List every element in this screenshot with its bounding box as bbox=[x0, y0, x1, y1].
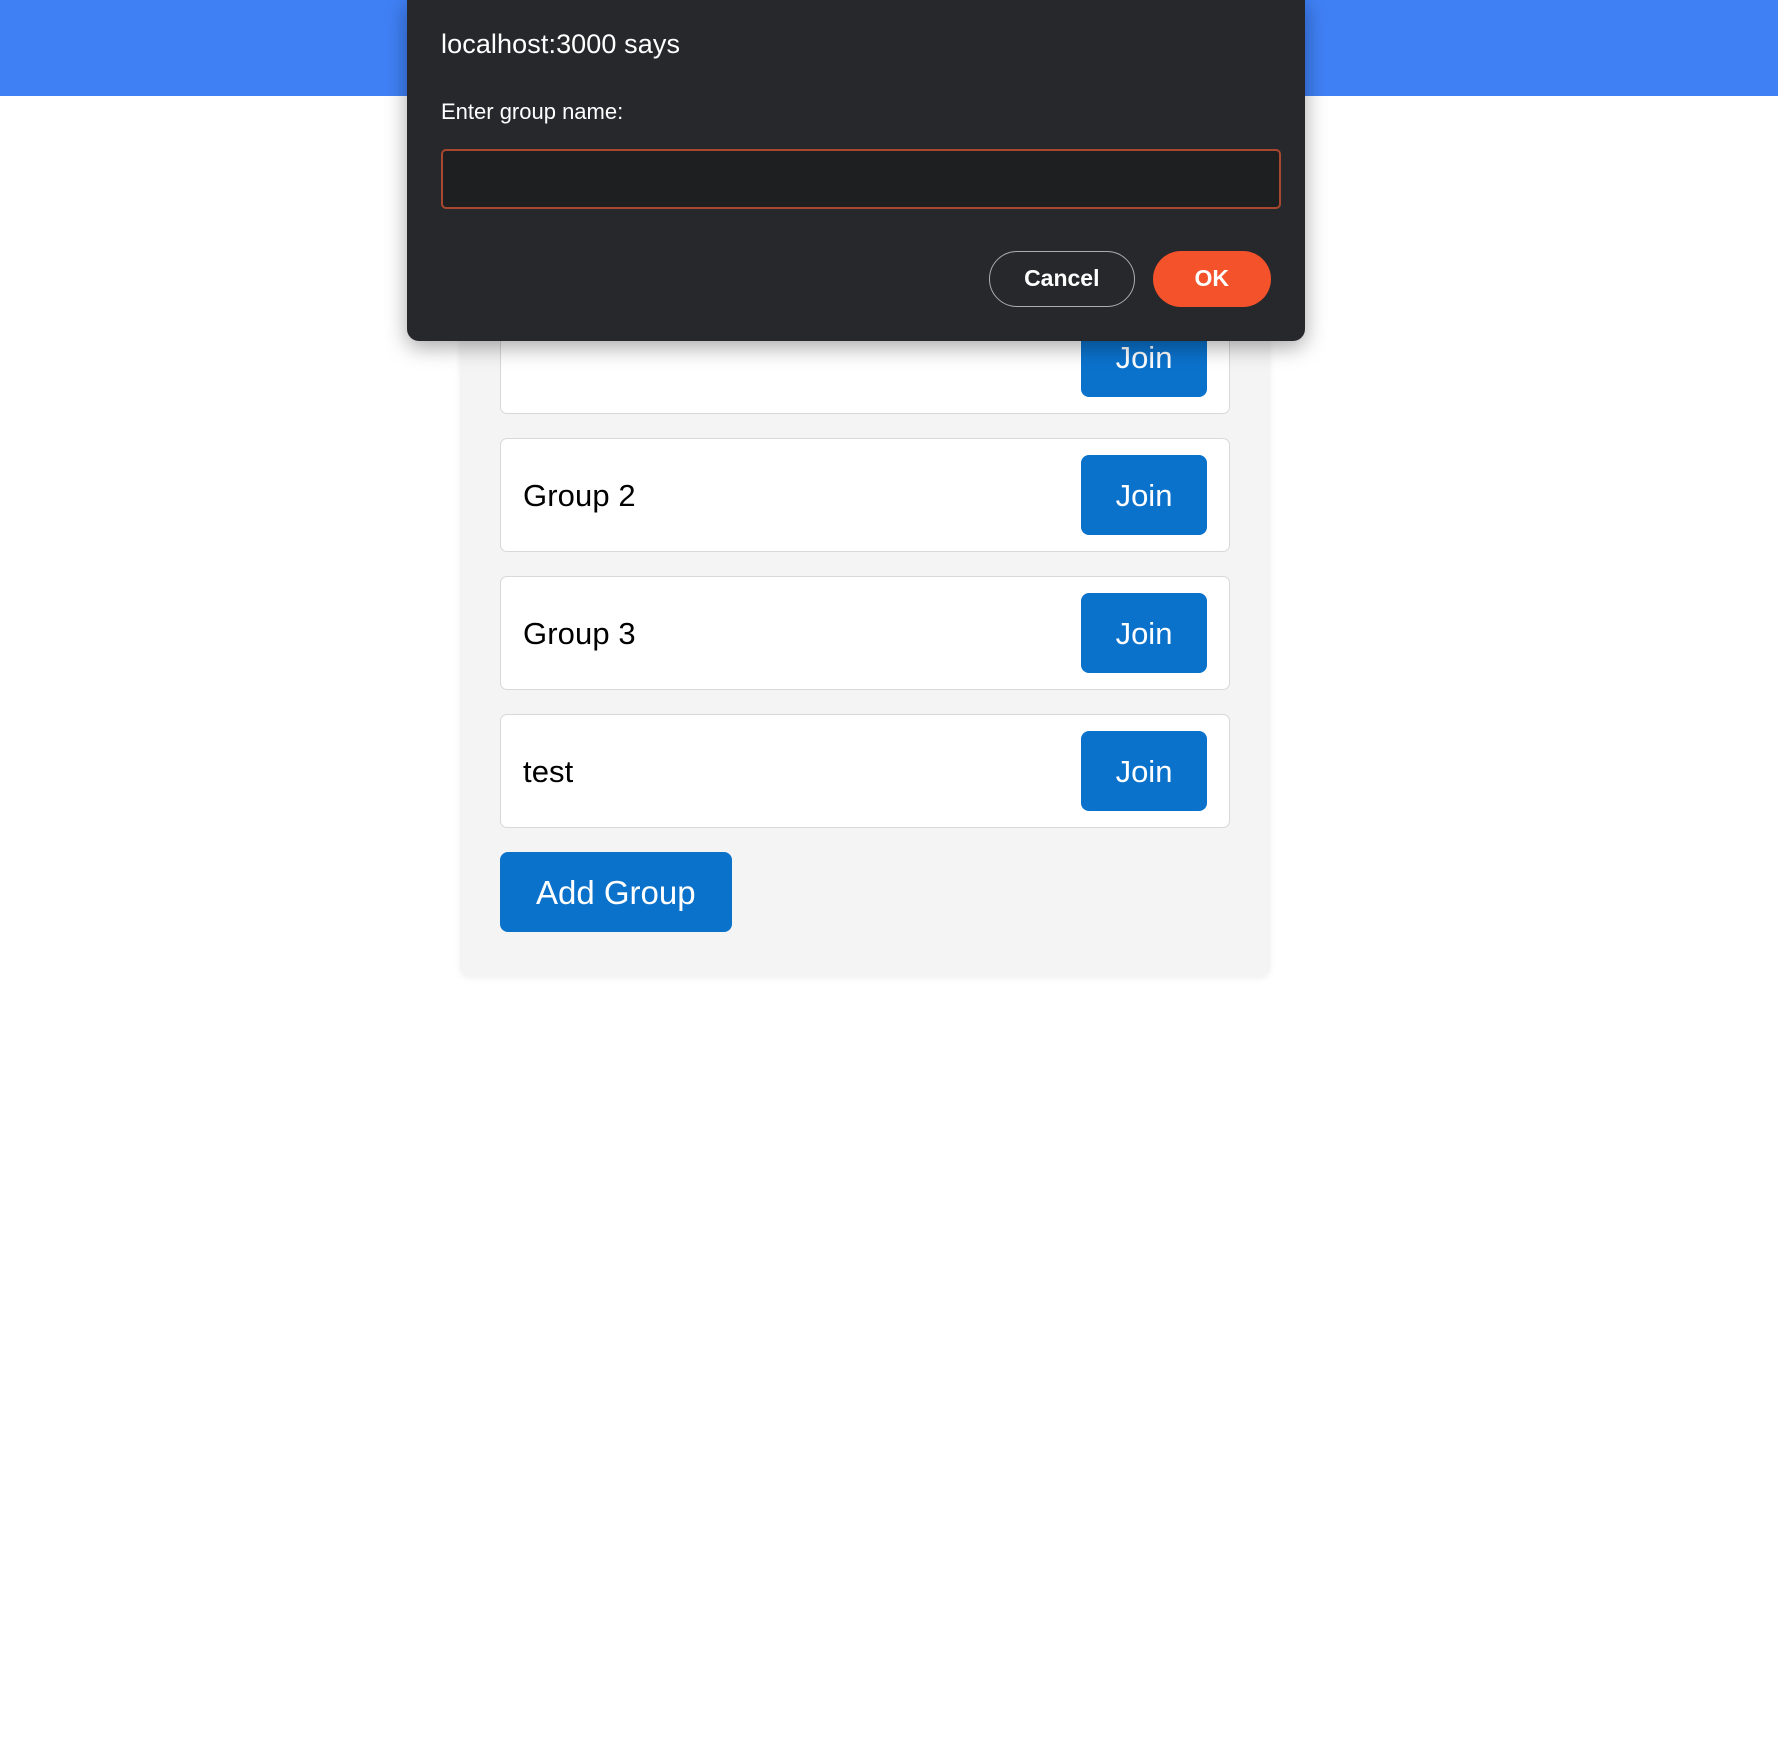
groups-card: Join Group 2 Join Group 3 Join test Join… bbox=[460, 264, 1270, 976]
table-row[interactable]: Group 3 Join bbox=[500, 576, 1230, 690]
page-body: Join Group 2 Join Group 3 Join test Join… bbox=[0, 96, 1778, 1744]
join-button[interactable]: Join bbox=[1081, 593, 1207, 673]
ok-button[interactable]: OK bbox=[1152, 250, 1271, 307]
table-row[interactable]: test Join bbox=[500, 714, 1230, 828]
group-name-label: Group 2 bbox=[523, 477, 636, 513]
cancel-button[interactable]: Cancel bbox=[989, 250, 1135, 307]
dialog-actions: Cancel OK bbox=[441, 250, 1271, 307]
table-row[interactable]: Group 2 Join bbox=[500, 438, 1230, 552]
dialog-origin-title: localhost:3000 says bbox=[441, 29, 681, 59]
join-button[interactable]: Join bbox=[1081, 731, 1207, 811]
page-root: Join Group 2 Join Group 3 Join test Join… bbox=[0, 0, 1778, 1744]
dialog-message: Enter group name: bbox=[441, 99, 624, 125]
join-button[interactable]: Join bbox=[1081, 455, 1207, 535]
add-group-button[interactable]: Add Group bbox=[500, 852, 732, 932]
group-name-label: test bbox=[523, 753, 574, 789]
group-name-input[interactable] bbox=[441, 148, 1281, 209]
javascript-prompt-dialog: localhost:3000 says Enter group name: Ca… bbox=[407, 0, 1305, 341]
group-name-label: Group 3 bbox=[523, 615, 636, 651]
